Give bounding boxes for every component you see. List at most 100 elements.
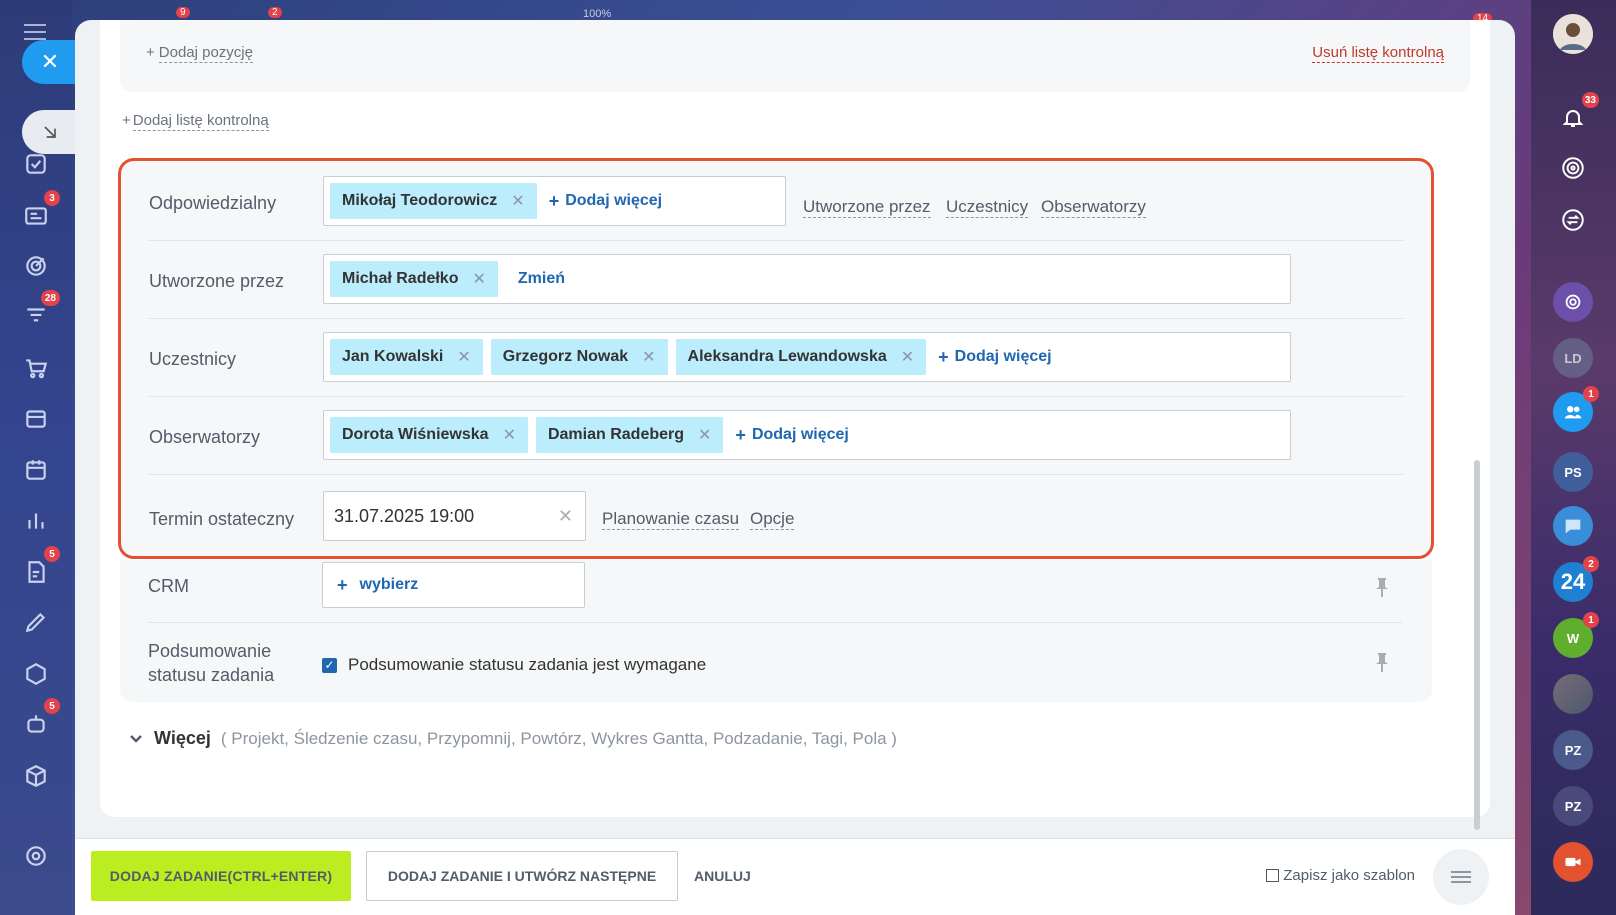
- show-participants-link[interactable]: Uczestnicy: [946, 197, 1029, 218]
- summary-required-checkbox[interactable]: ✓: [322, 657, 337, 673]
- clear-icon[interactable]: ✕: [558, 506, 573, 527]
- menu-icon[interactable]: [24, 24, 46, 40]
- sidebar-item-box[interactable]: [18, 758, 54, 794]
- summary-required-checkbox-row[interactable]: ✓ Podsumowanie statusu zadania jest wyma…: [322, 655, 706, 675]
- minimize-slider-button[interactable]: [22, 110, 78, 154]
- deadline-input[interactable]: 31.07.2025 19:00 ✕: [323, 491, 586, 541]
- cart-icon: [26, 359, 48, 379]
- participants-field[interactable]: Jan Kowalski ✕ Grzegorz Nowak ✕ Aleksandra…: [323, 332, 1291, 382]
- add-more-label: Dodaj więcej: [565, 192, 663, 209]
- remove-chip-icon[interactable]: ✕: [698, 425, 711, 445]
- sidebar-item-calendar[interactable]: [18, 452, 54, 488]
- sidebar-item-funnel[interactable]: 28: [18, 290, 60, 334]
- notifications-badge: 33: [1581, 92, 1599, 108]
- observers-field[interactable]: Dorota Wiśniewska ✕ Damian Radeberg ✕ + Dod…: [323, 410, 1291, 460]
- remove-chip-icon[interactable]: ✕: [511, 191, 524, 211]
- add-checklist[interactable]: + Dodaj listę kontrolną: [122, 112, 269, 131]
- observer-chip[interactable]: Damian Radeberg ✕: [535, 417, 724, 453]
- user-avatar[interactable]: [1553, 14, 1593, 54]
- responsible-add-more[interactable]: + Dodaj więcej: [549, 191, 662, 212]
- feed-badge: 3: [44, 190, 60, 206]
- sidebar-item-docs[interactable]: 5: [18, 546, 60, 590]
- close-icon: ✕: [40, 49, 60, 74]
- group-chat-button[interactable]: 1: [1553, 386, 1599, 432]
- participants-row: Uczestnicy Jan Kowalski ✕ Grzegorz Nowak ✕…: [149, 319, 1403, 397]
- contact-w[interactable]: W 1: [1553, 612, 1599, 658]
- robot-badge: 5: [44, 698, 60, 714]
- contact-pz-1[interactable]: PZ: [1553, 730, 1593, 770]
- participant-chip[interactable]: Aleksandra Lewandowska ✕: [675, 339, 927, 375]
- save-as-template-checkbox[interactable]: [1266, 869, 1280, 882]
- quick-menu-button[interactable]: [1433, 849, 1489, 905]
- sync-button[interactable]: [1553, 200, 1593, 240]
- show-created-by-link[interactable]: Utworzone przez: [803, 197, 931, 218]
- responsible-field[interactable]: Mikołaj Teodorowicz ✕ + Dodaj więcej: [323, 176, 786, 226]
- add-task-and-create-next-button[interactable]: DODAJ ZADANIE I UTWÓRZ NASTĘPNE: [366, 851, 678, 901]
- created-by-chip[interactable]: Michał Radełko ✕: [330, 261, 498, 297]
- sidebar-item-goals[interactable]: [18, 248, 54, 284]
- add-more-label: Dodaj więcej: [954, 348, 1052, 365]
- responsible-chip[interactable]: Mikołaj Teodorowicz ✕: [330, 183, 537, 219]
- created-by-field[interactable]: Michał Radełko ✕ Zmień: [323, 254, 1291, 304]
- remove-chip-icon[interactable]: ✕: [503, 425, 516, 445]
- openlines-button[interactable]: [1553, 282, 1593, 322]
- sidebar-item-analytics[interactable]: [18, 502, 54, 538]
- deadline-options-link[interactable]: Opcje: [750, 509, 795, 530]
- participants-add-more[interactable]: + Dodaj więcej: [938, 347, 1051, 368]
- close-slider-button[interactable]: ✕: [22, 40, 78, 84]
- chat-button[interactable]: [1553, 506, 1593, 546]
- sidebar-item-sign[interactable]: [18, 604, 54, 640]
- contact-ld[interactable]: LD: [1553, 338, 1593, 378]
- box-icon: [26, 765, 46, 787]
- contact-photo[interactable]: [1553, 674, 1593, 714]
- bitrix24-button[interactable]: 24 2: [1553, 556, 1599, 602]
- sidebar-item-feed[interactable]: 3: [18, 190, 60, 234]
- sidebar-item-settings[interactable]: [18, 838, 54, 874]
- remove-chip-icon[interactable]: ✕: [457, 347, 470, 367]
- observers-add-more[interactable]: + Dodaj więcej: [735, 425, 848, 446]
- docs-badge: 5: [44, 546, 60, 562]
- time-planning-link[interactable]: Planowanie czasu: [602, 509, 740, 530]
- created-by-label: Utworzone przez: [149, 271, 285, 291]
- notifications-button[interactable]: 33: [1553, 92, 1599, 138]
- remove-checklist-link[interactable]: Usuń listę kontrolną: [1312, 44, 1444, 63]
- contact-ps[interactable]: PS: [1553, 452, 1593, 492]
- scrollbar[interactable]: [1474, 460, 1480, 830]
- participant-chip[interactable]: Jan Kowalski ✕: [330, 339, 483, 375]
- crm-select[interactable]: + wybierz: [322, 562, 585, 608]
- observer-chip[interactable]: Dorota Wiśniewska ✕: [330, 417, 528, 453]
- remove-chip-icon[interactable]: ✕: [901, 347, 914, 367]
- add-more-label: Dodaj więcej: [751, 426, 849, 443]
- remove-chip-icon[interactable]: ✕: [472, 269, 485, 289]
- top-badge-1: 9: [176, 7, 190, 18]
- add-checklist-item[interactable]: + Dodaj pozycję: [146, 44, 253, 63]
- contact-pz-2[interactable]: PZ: [1553, 786, 1593, 826]
- more-items-list: ( Projekt, Śledzenie czasu, Przypomnij, …: [220, 728, 897, 748]
- contact-ld-initials: LD: [1564, 350, 1582, 366]
- show-observers-link[interactable]: Obserwatorzy: [1041, 197, 1146, 218]
- copilot-button[interactable]: [1553, 148, 1593, 188]
- sidebar-item-robot[interactable]: 5: [18, 698, 60, 742]
- minimize-arrow-icon: [44, 126, 56, 138]
- video-call-button[interactable]: [1553, 842, 1593, 882]
- sidebar-item-store[interactable]: [18, 400, 54, 436]
- summary-pin-icon[interactable]: [1375, 653, 1389, 673]
- sidebar-item-hub[interactable]: [18, 656, 54, 692]
- avatar-icon: [1553, 14, 1593, 54]
- crm-select-label: wybierz: [359, 576, 419, 593]
- chip-name: Aleksandra Lewandowska: [687, 348, 887, 365]
- participant-chip[interactable]: Grzegorz Nowak ✕: [490, 339, 668, 375]
- chat-bubble-icon: [1565, 519, 1581, 534]
- more-section-toggle[interactable]: Więcej ( Projekt, Śledzenie czasu, Przyp…: [128, 728, 897, 749]
- add-item-link[interactable]: Dodaj pozycję: [158, 44, 253, 63]
- crm-pin-icon[interactable]: [1375, 578, 1389, 598]
- add-checklist-link[interactable]: Dodaj listę kontrolną: [132, 112, 269, 131]
- cancel-button[interactable]: ANULUJ: [694, 851, 751, 901]
- add-task-button[interactable]: DODAJ ZADANIE(CTRL+ENTER): [91, 851, 351, 901]
- remove-chip-icon[interactable]: ✕: [642, 347, 655, 367]
- sidebar-item-shop[interactable]: [18, 350, 54, 386]
- deadline-value: 31.07.2025 19:00: [334, 505, 475, 526]
- spiral-icon: [1562, 157, 1584, 179]
- save-as-template-option[interactable]: Zapisz jako szablon: [1266, 867, 1415, 884]
- change-creator-link[interactable]: Zmień: [518, 270, 565, 288]
